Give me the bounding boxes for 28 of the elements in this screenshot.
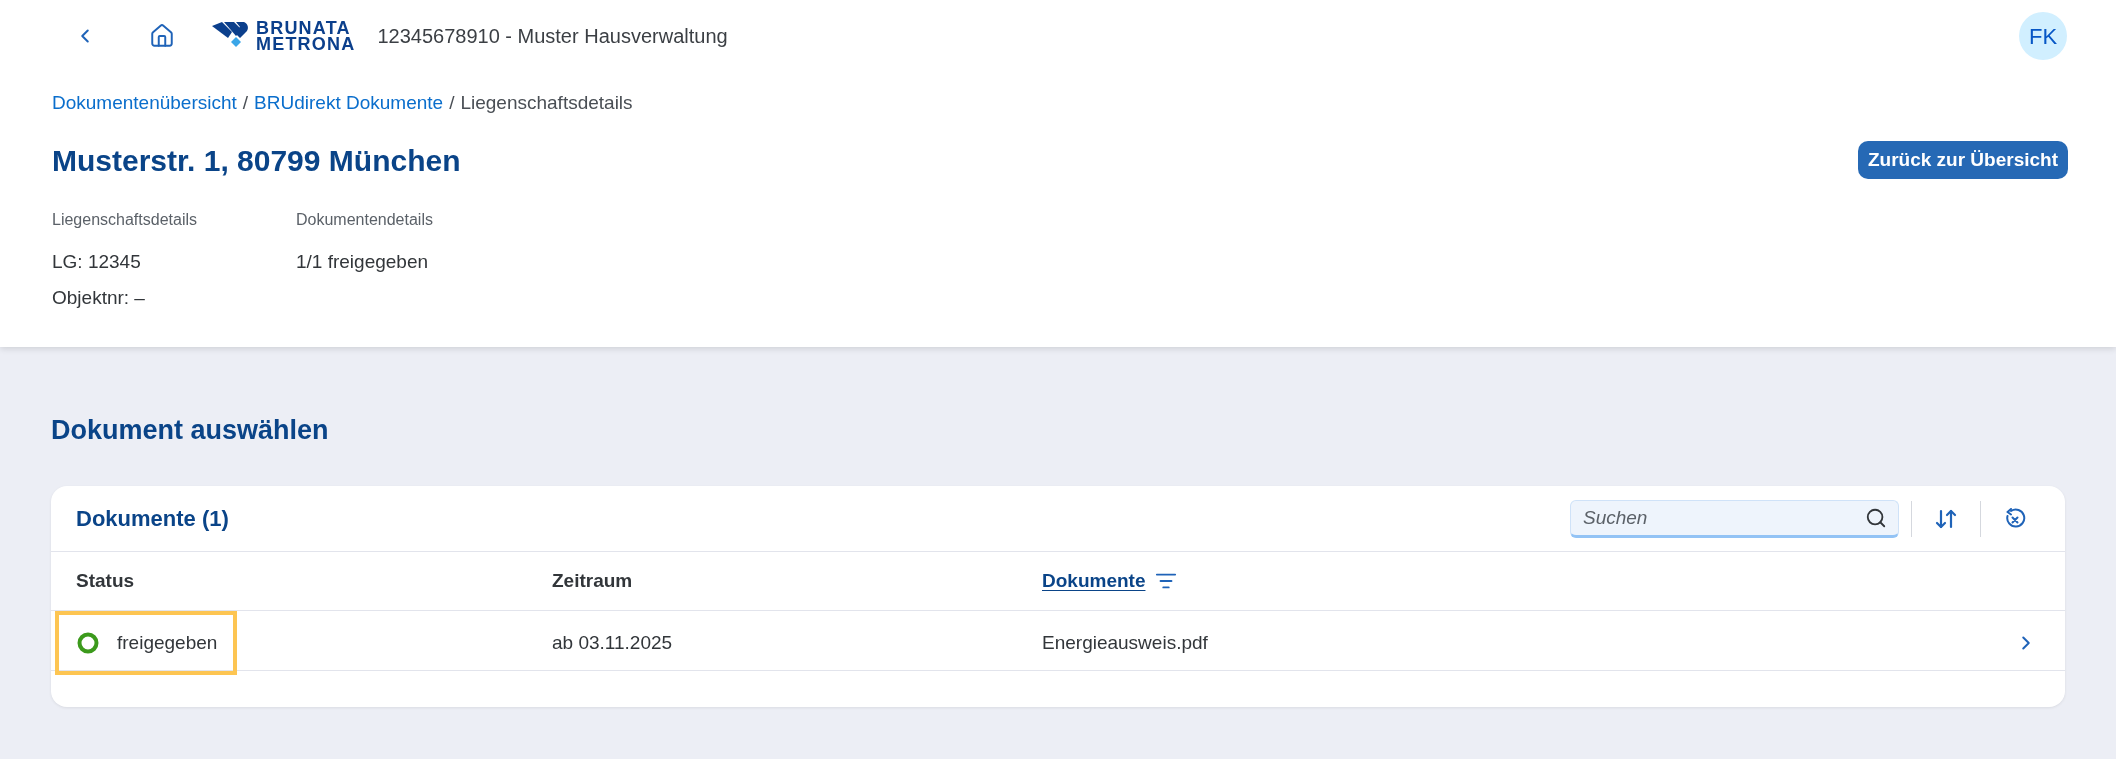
breadcrumb-separator: / (449, 90, 455, 115)
period-cell-text: ab 03.11.2025 (552, 630, 674, 655)
back-to-overview-button[interactable]: Zurück zur Übersicht (1857, 141, 2068, 179)
detail-label: Dokumentendetails (296, 210, 433, 230)
home-icon (149, 23, 175, 49)
detail-value: LG: 12345 (52, 250, 142, 274)
column-header-link[interactable]: Dokumente (1042, 566, 1146, 596)
search-field[interactable]: Suchen (1570, 499, 1899, 538)
detail-value: Objektnr: – (52, 286, 146, 310)
search-icon (1865, 506, 1887, 529)
breadcrumb-link[interactable]: BRUdirekt Dokumente (254, 88, 444, 118)
breadcrumb-link[interactable]: Dokumentenübersicht (52, 88, 237, 118)
table-row[interactable]: freigegeben ab 03.11.2025 Energieausweis.pdf (51, 611, 2065, 671)
column-header: Status (76, 568, 135, 593)
logo-text: BRUNATA METRONA (256, 20, 356, 52)
breadcrumb-current: Liegenschaftsdetails (460, 90, 633, 115)
document-cell-text: Energieausweis.pdf (1042, 630, 1209, 655)
page-title: Musterstr. 1, 80799 München (52, 142, 461, 179)
circular-arrow-x-icon (2004, 507, 2026, 530)
detail-label: Liegenschaftsdetails (52, 210, 198, 230)
header-title: 12345678910 - Muster Hausverwaltung (377, 24, 728, 49)
table-title: Dokumente (1) (76, 505, 229, 533)
status-text: freigegeben (117, 630, 218, 655)
column-header: Zeitraum (552, 568, 633, 593)
avatar[interactable]: FK (2019, 12, 2067, 60)
section-title: Dokument auswählen (51, 414, 329, 447)
detail-value: 1/1 freigegeben (296, 250, 430, 274)
breadcrumb-separator: / (242, 90, 249, 115)
